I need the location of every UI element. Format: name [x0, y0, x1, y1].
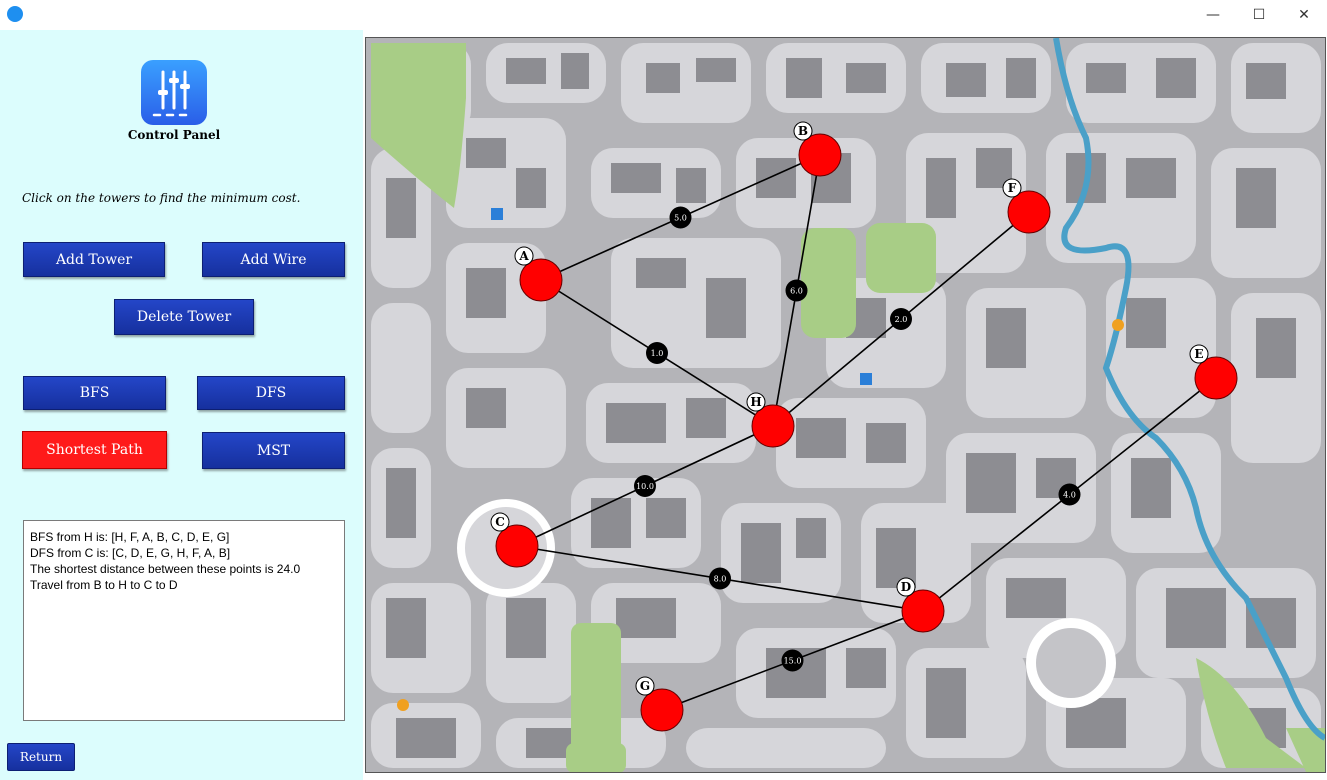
title-bar: — ☐ ✕ [0, 0, 1327, 30]
instruction-text: Click on the towers to find the minimum … [22, 191, 301, 205]
svg-text:6.0: 6.0 [790, 287, 803, 296]
wire-weight-B-H: 6.0 [785, 279, 808, 302]
maximize-button[interactable]: ☐ [1236, 0, 1282, 30]
output-line: DFS from C is: [C, D, E, G, H, F, A, B] [30, 546, 231, 560]
tower-label: E [1194, 347, 1203, 361]
bfs-button[interactable]: BFS [23, 376, 166, 410]
wifi-icon [7, 6, 23, 22]
minimize-button[interactable]: — [1190, 0, 1236, 30]
map-graph-svg[interactable]: 5.0 1.0 6.0 2.0 10.0 8.0 4.0 15.0 A B C D E F G H [366, 38, 1325, 772]
tower-label: H [750, 395, 761, 409]
wire-weight-D-G: 15.0 [781, 649, 804, 672]
map-canvas[interactable]: 5.0 1.0 6.0 2.0 10.0 8.0 4.0 15.0 A B C D E F G H [365, 37, 1326, 773]
svg-text:4.0: 4.0 [1063, 491, 1076, 500]
control-panel-title: Control Panel [127, 128, 221, 142]
tower-label: C [495, 515, 505, 529]
output-text-area[interactable]: BFS from H is: [H, F, A, B, C, D, E, G] … [23, 520, 345, 721]
output-line: The shortest distance between these poin… [30, 562, 301, 576]
tower-label: B [798, 124, 808, 138]
svg-text:15.0: 15.0 [784, 657, 802, 666]
wire-weight-A-H: 1.0 [646, 342, 668, 364]
wire-weight-A-B: 5.0 [669, 206, 692, 229]
tower-label: G [640, 679, 650, 693]
svg-text:1.0: 1.0 [651, 349, 664, 358]
dfs-button[interactable]: DFS [197, 376, 345, 410]
add-tower-button[interactable]: Add Tower [23, 242, 165, 277]
sliders-icon [141, 60, 207, 125]
wire-weight-D-E: 4.0 [1058, 483, 1081, 506]
svg-text:8.0: 8.0 [714, 575, 727, 584]
shortest-path-button[interactable]: Shortest Path [22, 431, 167, 469]
close-button[interactable]: ✕ [1281, 0, 1327, 30]
wire-weight-H-C: 10.0 [634, 475, 656, 497]
svg-text:2.0: 2.0 [895, 315, 908, 324]
tower-label: D [901, 580, 911, 594]
tower-label: A [518, 249, 529, 263]
svg-text:5.0: 5.0 [674, 214, 687, 223]
wire-weight-C-D: 8.0 [709, 567, 731, 590]
return-button[interactable]: Return [7, 743, 75, 771]
tower-label: F [1008, 181, 1017, 195]
wire-weight-F-H: 2.0 [890, 308, 912, 330]
svg-text:10.0: 10.0 [636, 482, 654, 491]
delete-tower-button[interactable]: Delete Tower [114, 299, 254, 335]
output-line: BFS from H is: [H, F, A, B, C, D, E, G] [30, 530, 230, 544]
output-line: Travel from B to H to C to D [30, 578, 178, 592]
add-wire-button[interactable]: Add Wire [202, 242, 345, 277]
mst-button[interactable]: MST [202, 432, 345, 469]
